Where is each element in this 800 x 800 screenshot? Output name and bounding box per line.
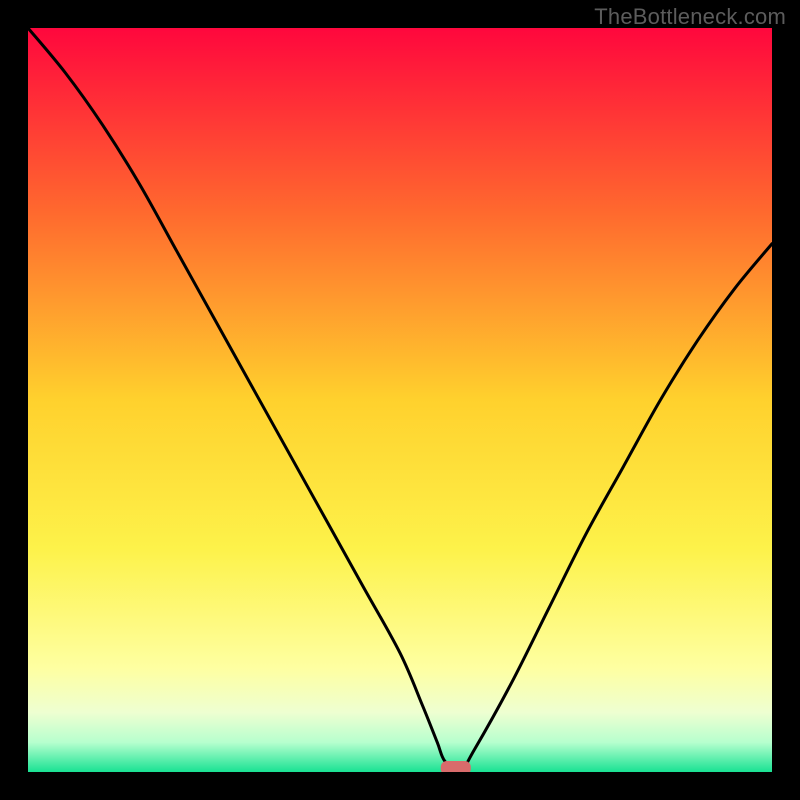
bottleneck-chart [28,28,772,772]
chart-container [28,28,772,772]
minimum-marker [441,761,471,772]
watermark-text: TheBottleneck.com [594,4,786,30]
